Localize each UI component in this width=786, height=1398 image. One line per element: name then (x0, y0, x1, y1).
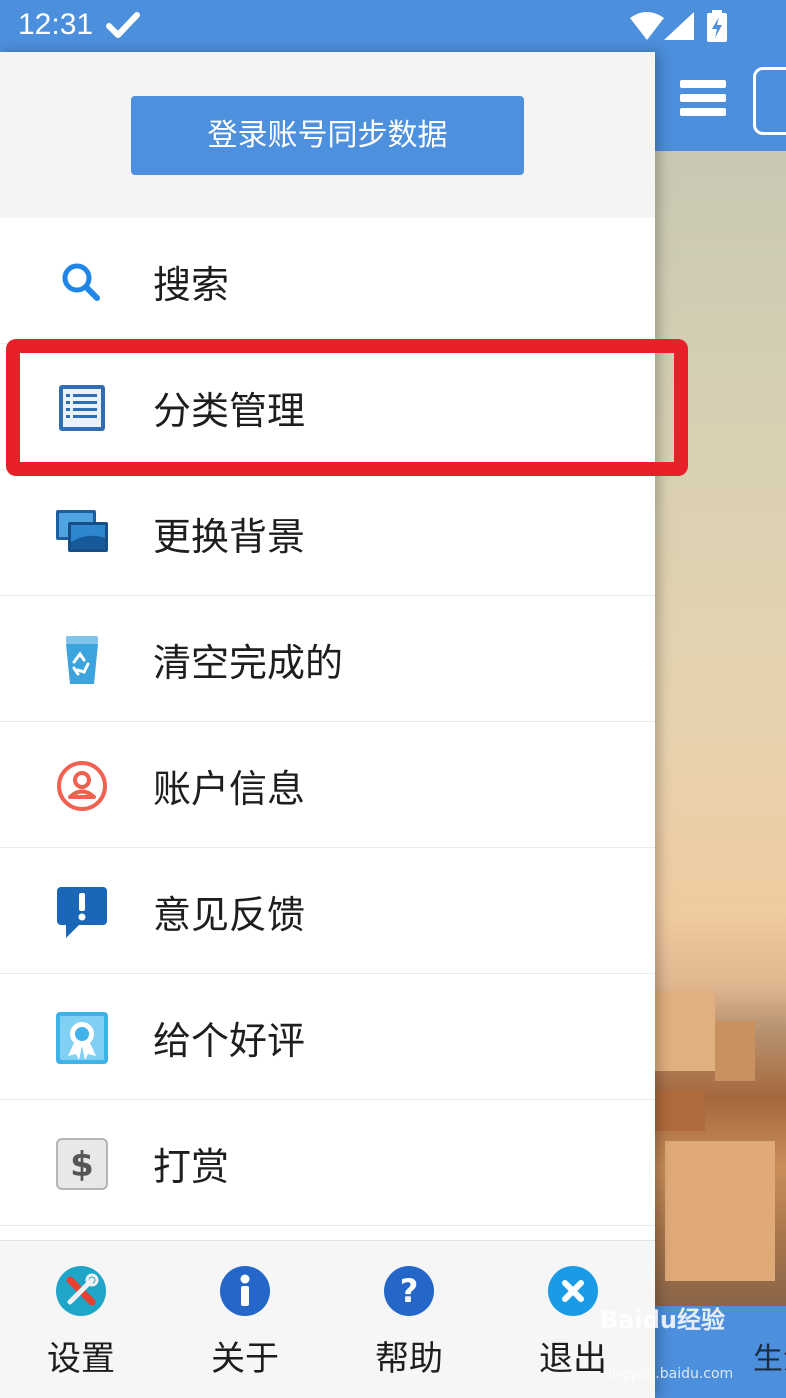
footer-text: 生活 (753, 1342, 786, 1377)
user-icon (57, 761, 107, 811)
wifi-icon (630, 12, 664, 40)
menu-label: 搜索 (153, 263, 230, 307)
recycle-bin-icon (66, 636, 98, 684)
menu-item-feedback[interactable]: 意见反馈 (0, 848, 655, 974)
help-button[interactable]: ? 帮助 (344, 1241, 474, 1398)
menu-label: 更换背景 (153, 515, 306, 559)
menu-item-tip[interactable]: $ 打赏 (0, 1100, 655, 1226)
background-icon (56, 510, 108, 552)
settings-button[interactable]: 设置 (16, 1241, 146, 1398)
baidu-watermark: Baidu经验 (600, 1306, 725, 1334)
navigation-drawer: 登录账号同步数据 搜索 分类管理 更换背景 清空完成的 账户信息 意见反馈 给个… (0, 52, 655, 1398)
dollar-icon: $ (56, 1138, 108, 1190)
status-bar: 12:31 (0, 0, 786, 52)
login-sync-button[interactable]: 登录账号同步数据 (131, 96, 524, 175)
exit-icon (548, 1266, 598, 1316)
list-icon (59, 385, 105, 431)
drawer-bottom-bar: 设置 关于 ? 帮助 退出 (0, 1240, 655, 1398)
signal-icon (664, 12, 694, 40)
menu-item-category-management[interactable]: 分类管理 (0, 344, 655, 470)
search-icon (62, 263, 100, 301)
menu-item-rate-app[interactable]: 给个好评 (0, 974, 655, 1100)
about-button[interactable]: 关于 (180, 1241, 310, 1398)
help-label: 帮助 (375, 1339, 443, 1379)
help-icon: ? (384, 1266, 434, 1316)
hamburger-menu-icon[interactable] (680, 80, 726, 120)
settings-tools-icon (56, 1266, 106, 1316)
menu-item-change-background[interactable]: 更换背景 (0, 470, 655, 596)
menu-label: 清空完成的 (153, 641, 344, 685)
drawer-header: 登录账号同步数据 (0, 52, 655, 218)
menu-label: 账户信息 (153, 767, 306, 811)
status-time: 12:31 (18, 8, 94, 41)
menu-item-clear-completed[interactable]: 清空完成的 (0, 596, 655, 722)
menu-label: 给个好评 (153, 1019, 306, 1063)
menu-label: 分类管理 (153, 389, 306, 433)
svg-text:?: ? (400, 1272, 419, 1310)
feedback-icon (57, 887, 107, 938)
background-app-header (655, 52, 786, 151)
settings-label: 设置 (47, 1339, 115, 1379)
menu-label: 打赏 (153, 1145, 230, 1189)
menu-item-search[interactable]: 搜索 (0, 218, 655, 344)
menu-label: 意见反馈 (153, 893, 306, 937)
header-action-button[interactable] (753, 67, 786, 135)
about-label: 关于 (211, 1339, 279, 1379)
award-icon (56, 1012, 108, 1064)
menu-item-account-info[interactable]: 账户信息 (0, 722, 655, 848)
svg-text:$: $ (70, 1145, 94, 1185)
battery-charging-icon (707, 10, 727, 42)
background-photo (655, 151, 786, 1306)
background-app: 生活 (655, 52, 786, 1398)
check-icon (106, 12, 140, 38)
info-icon (220, 1266, 270, 1316)
watermark-url: jingyan.baidu.com (604, 1366, 734, 1382)
